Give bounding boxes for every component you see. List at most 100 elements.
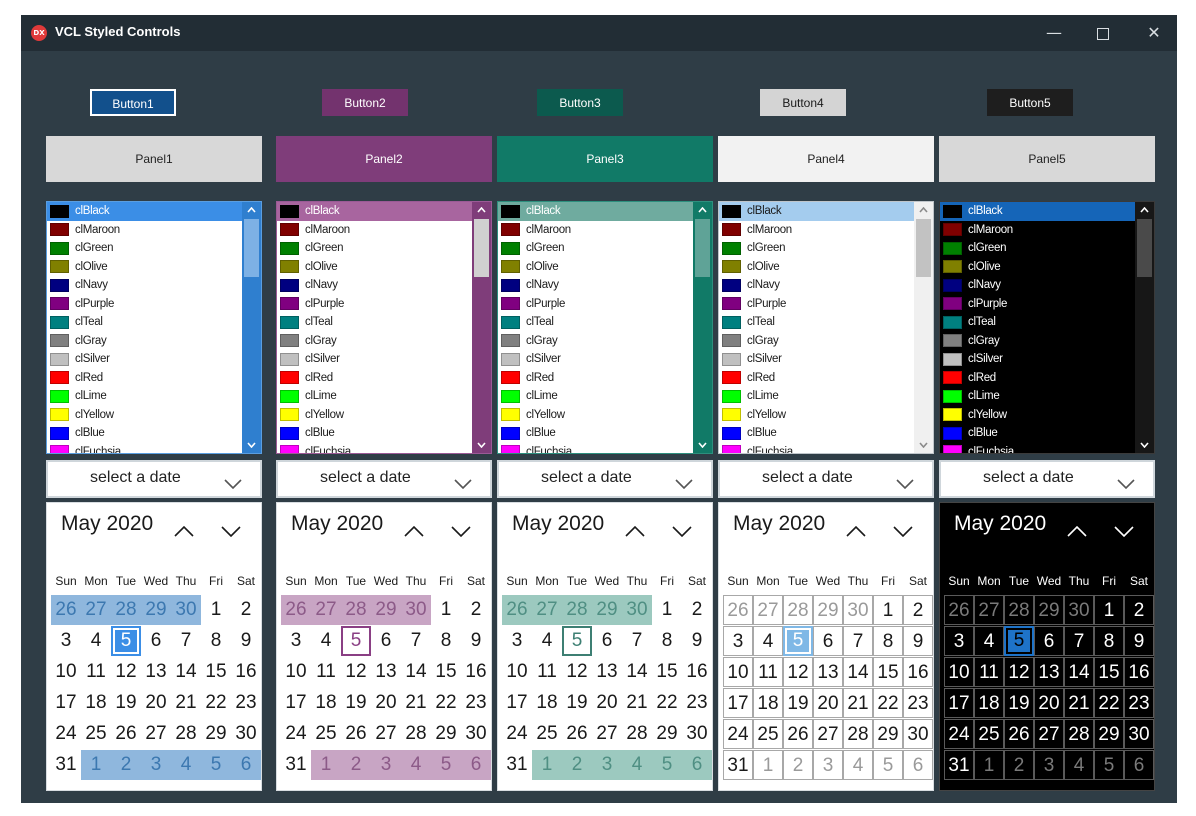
calendar-day[interactable]: 29: [371, 595, 401, 625]
list-item[interactable]: clSilver: [498, 350, 712, 369]
calendar-day[interactable]: 10: [281, 657, 311, 687]
date-picker-2[interactable]: select a date: [276, 460, 492, 498]
calendar-day[interactable]: 29: [1034, 595, 1064, 625]
calendar-day[interactable]: 1: [753, 750, 783, 780]
list-item[interactable]: clGreen: [277, 239, 491, 258]
calendar-day[interactable]: 29: [141, 595, 171, 625]
calendar-day[interactable]: 5: [652, 750, 682, 780]
calendar-day[interactable]: 11: [753, 657, 783, 687]
calendar-day[interactable]: 8: [652, 626, 682, 656]
calendar-day[interactable]: 4: [753, 626, 783, 656]
minimize-button[interactable]: —: [1031, 15, 1077, 51]
calendar-day[interactable]: 27: [81, 595, 111, 625]
list-item[interactable]: clGreen: [719, 239, 933, 258]
calendar-day[interactable]: 4: [171, 750, 201, 780]
calendar-day[interactable]: 26: [783, 719, 813, 749]
calendar-day[interactable]: 8: [431, 626, 461, 656]
previous-month-button[interactable]: [625, 522, 645, 541]
list-item[interactable]: clLime: [277, 387, 491, 406]
color-listbox-3[interactable]: clBlack clMaroon clGreen clOlive clNavy clPur…: [497, 201, 713, 454]
calendar-day[interactable]: 15: [652, 657, 682, 687]
previous-month-button[interactable]: [1067, 522, 1087, 541]
calendar-day[interactable]: 7: [843, 626, 873, 656]
calendar-day[interactable]: 27: [1034, 719, 1064, 749]
calendar-day[interactable]: 15: [431, 657, 461, 687]
calendar-day[interactable]: 29: [813, 595, 843, 625]
calendar-day-today[interactable]: 5: [783, 626, 813, 656]
color-listbox-4[interactable]: clBlack clMaroon clGreen clOlive clNavy clPur…: [718, 201, 934, 454]
list-item[interactable]: clYellow: [498, 406, 712, 425]
list-item[interactable]: clFuchsia: [719, 443, 933, 453]
button-5[interactable]: Button5: [987, 89, 1073, 116]
calendar-day[interactable]: 27: [753, 595, 783, 625]
list-item[interactable]: clBlue: [940, 424, 1154, 443]
button-1[interactable]: Button1: [90, 89, 176, 116]
list-item[interactable]: clPurple: [498, 295, 712, 314]
list-item[interactable]: clNavy: [47, 276, 261, 295]
calendar-3[interactable]: May 2020 Sun Mon Tue Wed Thu Fri Sat 26 27 28 29 30 1…: [497, 502, 713, 791]
list-item[interactable]: clFuchsia: [498, 443, 712, 453]
calendar-day[interactable]: 18: [311, 688, 341, 718]
list-item[interactable]: clBlue: [498, 424, 712, 443]
list-item[interactable]: clTeal: [719, 313, 933, 332]
calendar-day[interactable]: 20: [1034, 688, 1064, 718]
date-picker-dropdown[interactable]: [454, 474, 472, 493]
calendar-day[interactable]: 28: [341, 595, 371, 625]
calendar-day[interactable]: 8: [873, 626, 903, 656]
previous-month-button[interactable]: [846, 522, 866, 541]
list-item[interactable]: clGray: [277, 332, 491, 351]
previous-month-button[interactable]: [404, 522, 424, 541]
button-2[interactable]: Button2: [322, 89, 408, 116]
list-item[interactable]: clGreen: [47, 239, 261, 258]
listbox-scrollbar[interactable]: [693, 202, 712, 453]
scrollbar-thumb[interactable]: [1137, 219, 1152, 277]
calendar-day[interactable]: 2: [1004, 750, 1034, 780]
calendar-day[interactable]: 3: [281, 626, 311, 656]
calendar-day[interactable]: 27: [311, 595, 341, 625]
calendar-day[interactable]: 22: [652, 688, 682, 718]
calendar-month-label[interactable]: May 2020: [512, 512, 604, 536]
calendar-4[interactable]: May 2020 Sun Mon Tue Wed Thu Fri Sat 26 27 28 29 30 1…: [718, 502, 934, 791]
calendar-day[interactable]: 19: [111, 688, 141, 718]
list-item[interactable]: clSilver: [277, 350, 491, 369]
calendar-day[interactable]: 1: [873, 595, 903, 625]
date-picker-dropdown[interactable]: [675, 474, 693, 493]
calendar-day[interactable]: 20: [371, 688, 401, 718]
calendar-day[interactable]: 6: [813, 626, 843, 656]
calendar-day[interactable]: 3: [944, 626, 974, 656]
calendar-day[interactable]: 26: [562, 719, 592, 749]
list-item[interactable]: clGray: [719, 332, 933, 351]
calendar-day[interactable]: 10: [51, 657, 81, 687]
calendar-day[interactable]: 2: [562, 750, 592, 780]
calendar-day[interactable]: 24: [281, 719, 311, 749]
calendar-day[interactable]: 22: [873, 688, 903, 718]
calendar-day[interactable]: 20: [813, 688, 843, 718]
calendar-day[interactable]: 22: [431, 688, 461, 718]
calendar-day[interactable]: 1: [431, 595, 461, 625]
calendar-day[interactable]: 30: [903, 719, 933, 749]
list-item[interactable]: clGray: [47, 332, 261, 351]
list-item[interactable]: clTeal: [940, 313, 1154, 332]
calendar-day[interactable]: 1: [1094, 595, 1124, 625]
calendar-month-label[interactable]: May 2020: [61, 512, 153, 536]
calendar-day[interactable]: 30: [682, 719, 712, 749]
scrollbar-thumb[interactable]: [916, 219, 931, 277]
calendar-day[interactable]: 4: [974, 626, 1004, 656]
calendar-day[interactable]: 3: [1034, 750, 1064, 780]
list-item[interactable]: clMaroon: [719, 221, 933, 240]
calendar-day[interactable]: 30: [1064, 595, 1094, 625]
calendar-day[interactable]: 31: [281, 750, 311, 780]
calendar-day[interactable]: 11: [311, 657, 341, 687]
scroll-down-button[interactable]: [242, 437, 261, 453]
calendar-day[interactable]: 31: [944, 750, 974, 780]
calendar-day[interactable]: 28: [171, 719, 201, 749]
calendar-day[interactable]: 27: [532, 595, 562, 625]
calendar-day[interactable]: 4: [843, 750, 873, 780]
calendar-day[interactable]: 13: [371, 657, 401, 687]
list-item[interactable]: clPurple: [719, 295, 933, 314]
calendar-day[interactable]: 8: [1094, 626, 1124, 656]
list-item[interactable]: clTeal: [277, 313, 491, 332]
calendar-day[interactable]: 2: [1124, 595, 1154, 625]
list-item[interactable]: clLime: [47, 387, 261, 406]
calendar-day[interactable]: 10: [502, 657, 532, 687]
